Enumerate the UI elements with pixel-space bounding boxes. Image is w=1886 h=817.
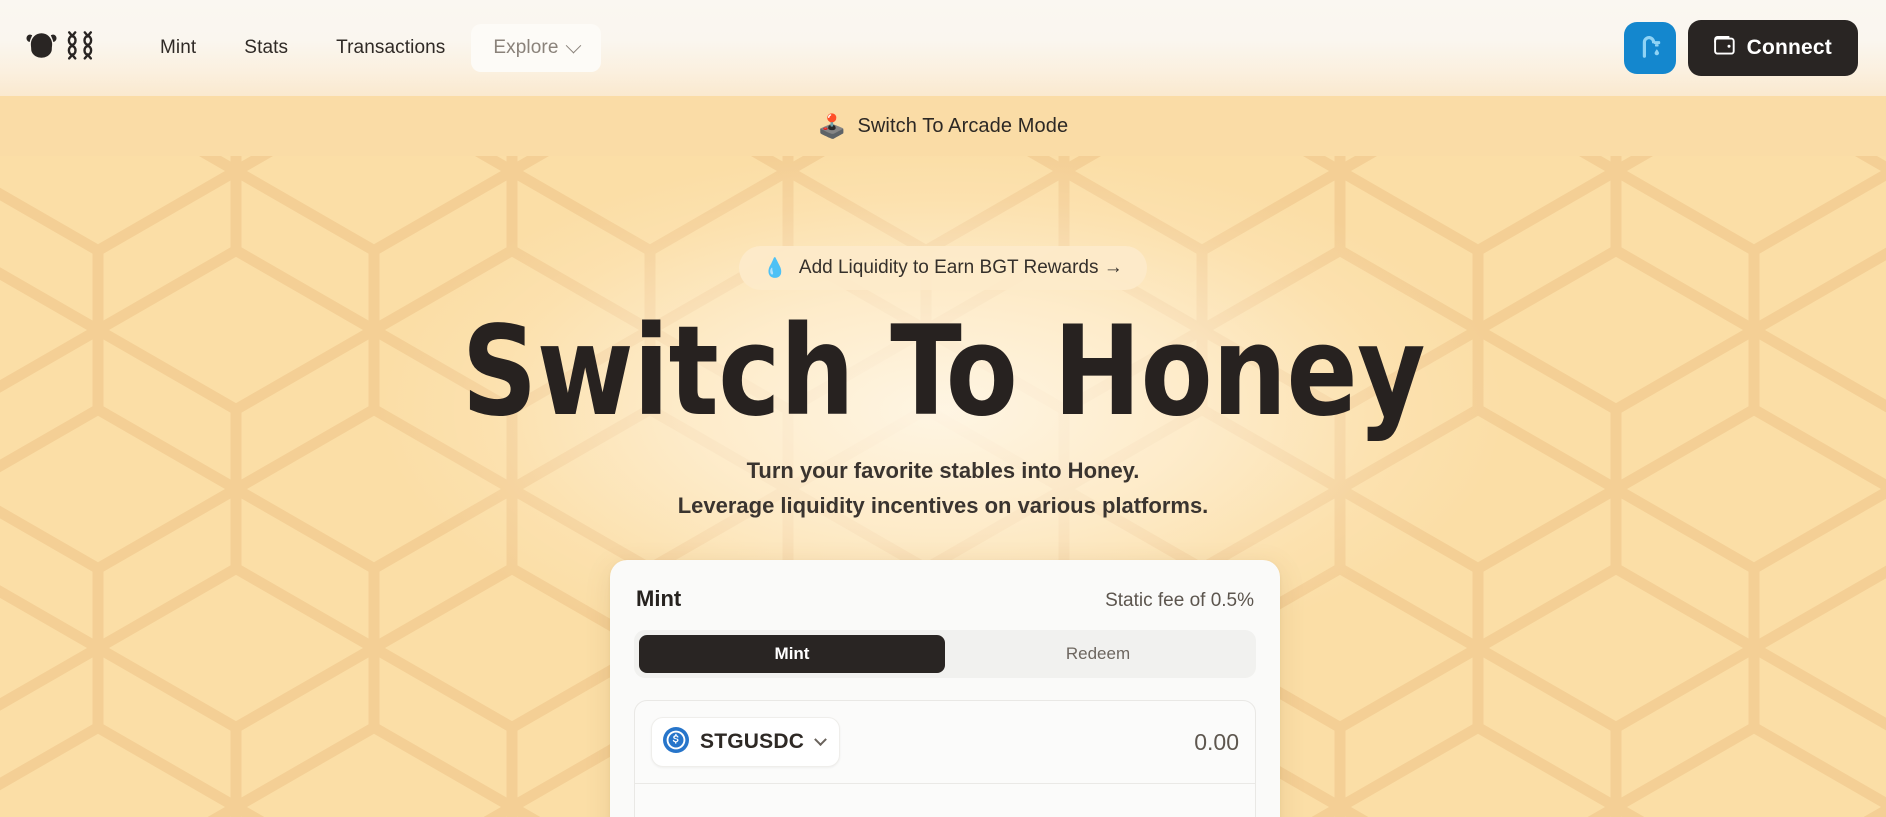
amount-input-from[interactable] [1019,728,1239,756]
page-title: Switch To Honey [461,300,1425,444]
wallet-icon [1713,35,1735,61]
usdc-coin-icon [662,726,690,759]
token-selector-from[interactable]: STGUSDC [651,717,841,767]
bgt-rewards-pill[interactable]: 💧 Add Liquidity to Earn BGT Rewards → [739,246,1147,290]
connect-button[interactable]: Connect [1687,20,1858,76]
nav-link-mint[interactable]: Mint [138,24,218,72]
nav-link-transactions[interactable]: Transactions [314,24,467,72]
tab-mint[interactable]: Mint [639,635,945,673]
from-token-row: STGUSDC [635,701,1255,783]
brand-logo[interactable] [26,31,94,65]
chevron-down-icon [565,37,581,53]
faucet-button[interactable] [1623,22,1676,74]
token-symbol-from: STGUSDC [700,730,805,753]
hero-subtitle-line-1: Turn your favorite stables into Honey. [746,457,1140,483]
mint-card-header: Mint Static fee of 0.5% [634,582,1256,612]
chevron-down-icon [814,732,827,746]
mint-redeem-toggle: Mint Redeem [634,630,1256,678]
nav-link-explore[interactable]: Explore [471,24,601,72]
to-token-row [635,783,1255,817]
top-navbar: Mint Stats Transactions Explore Connect [0,0,1886,96]
faucet-icon [1635,31,1665,66]
nav-links: Mint Stats Transactions Explore [138,24,601,72]
hero-subtitle: Turn your favorite stables into Honey. L… [678,453,1209,523]
page-root: Mint Stats Transactions Explore Connect … [0,0,1886,817]
tab-redeem[interactable]: Redeem [945,635,1251,673]
hero-subtitle-line-2: Leverage liquidity incentives on various… [677,493,1209,519]
connect-button-label: Connect [1746,36,1832,59]
arcade-mode-label: Switch To Arcade Mode [857,114,1069,137]
swap-io-box: STGUSDC [634,700,1256,817]
mint-card: Mint Static fee of 0.5% Mint Redeem STGU… [610,560,1280,817]
navbar-right-actions: Connect [1623,20,1858,76]
static-fee-label: Static fee of 0.5% [1105,590,1254,611]
hero-section: 💧 Add Liquidity to Earn BGT Rewards → Sw… [0,156,1886,523]
arcade-mode-banner[interactable]: 🕹️ Switch To Arcade Mode [0,96,1886,156]
nav-link-stats[interactable]: Stats [222,24,310,72]
bgt-rewards-pill-label: Add Liquidity to Earn BGT Rewards → [798,257,1123,278]
water-drop-icon: 💧 [763,257,787,279]
nav-link-explore-label: Explore [493,37,559,58]
mint-card-title: Mint [636,586,682,611]
claw-machine-icon: 🕹️ [817,112,847,139]
bear-head-icon [26,32,57,64]
chain-links-icon [66,31,94,65]
